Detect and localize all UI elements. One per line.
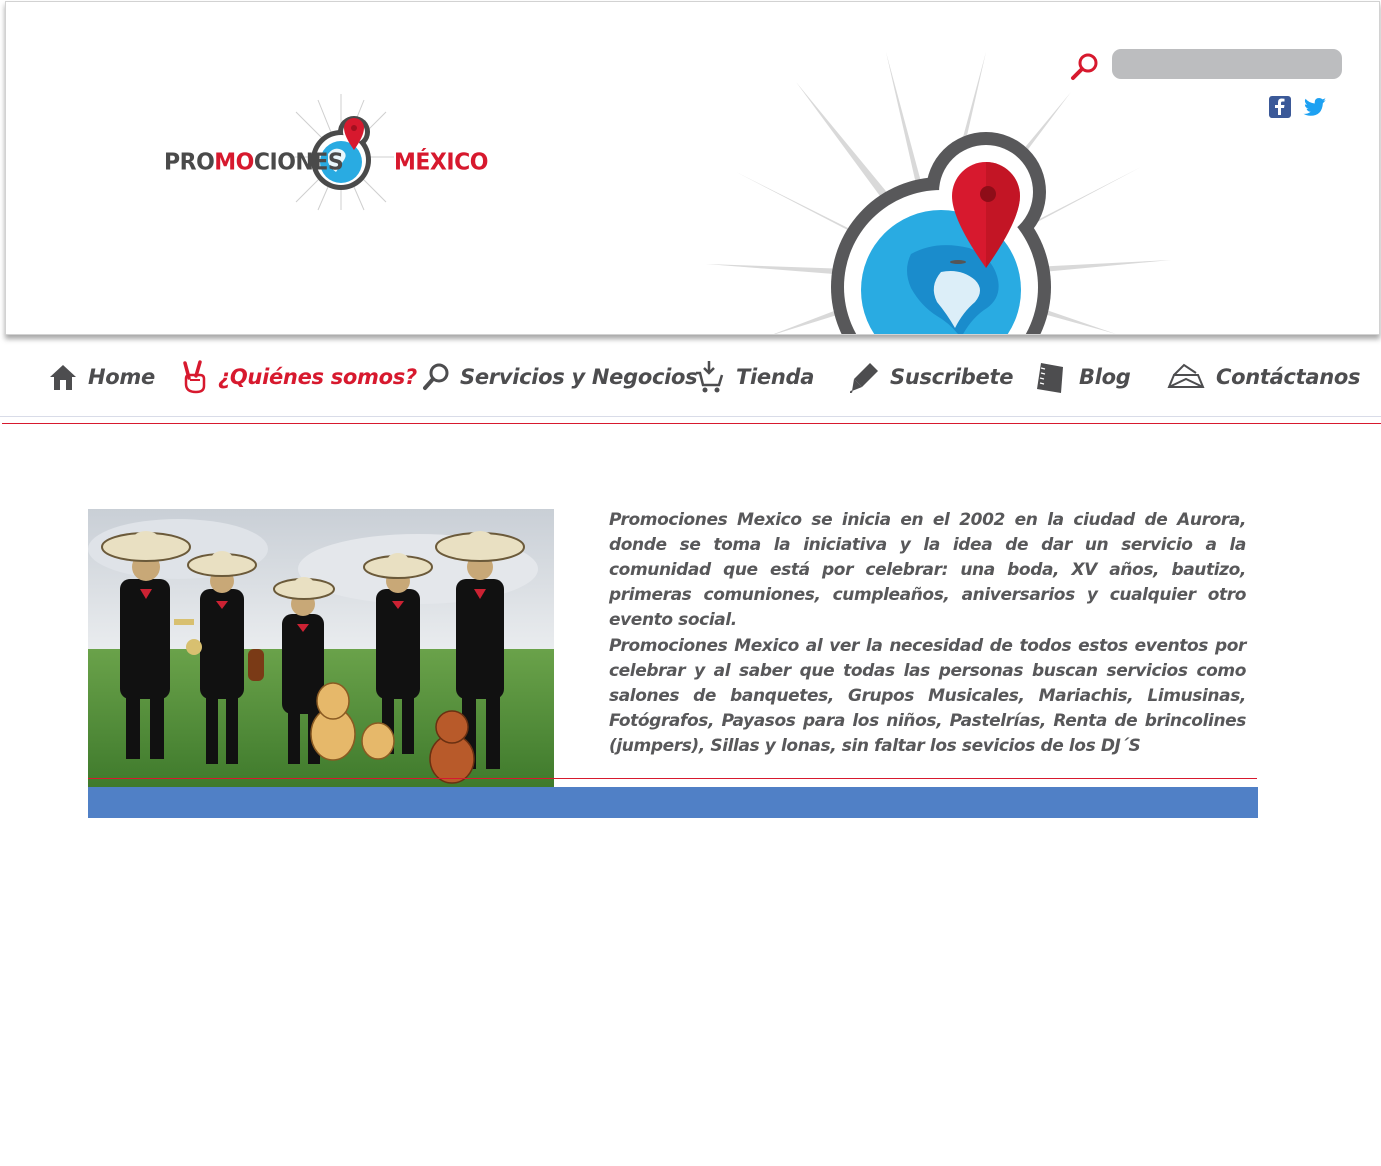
hero-globe-graphic: [706, 52, 1171, 334]
site-logo[interactable]: PROMOCIONES MÉXICO: [156, 82, 488, 232]
nav-label: ¿Quiénes somos?: [218, 365, 417, 389]
content-footer-bar: [88, 787, 1258, 818]
nav-item-contactanos[interactable]: Contáctanos: [1166, 352, 1361, 402]
search-input[interactable]: [1112, 49, 1342, 79]
search-icon[interactable]: [1070, 52, 1100, 82]
search-icon: [423, 363, 449, 390]
home-icon: [50, 365, 76, 390]
about-paragraph-1: Promociones Mexico se inicia en el 2002 …: [609, 510, 1246, 630]
logo-wordmark-left: PROMOCIONES: [164, 149, 344, 176]
main-nav: Home ¿Quiénes somos? Servicios y Negocio…: [0, 352, 1381, 412]
facebook-icon[interactable]: [1268, 95, 1292, 119]
nav-label: Contáctanos: [1216, 365, 1361, 389]
nav-item-blog[interactable]: Blog: [1035, 352, 1131, 402]
nav-label: Tienda: [736, 365, 815, 389]
peace-hand-icon: [183, 360, 206, 394]
nav-label: Servicios y Negocios: [460, 365, 698, 389]
twitter-icon[interactable]: [1303, 95, 1327, 119]
logo-wordmark-right: MÉXICO: [394, 149, 488, 176]
nav-label: Home: [88, 365, 155, 389]
mariachi-band-photo: [88, 509, 554, 787]
nav-item-tienda[interactable]: Tienda: [694, 352, 814, 402]
envelope-icon: [1167, 363, 1205, 388]
about-paragraph-2: Promociones Mexico al ver la necesidad d…: [609, 636, 1246, 756]
nav-item-home[interactable]: Home: [48, 352, 155, 402]
site-header: PROMOCIONES MÉXICO: [5, 1, 1380, 335]
cart-icon: [696, 361, 724, 393]
nav-item-servicios-negocios[interactable]: Servicios y Negocios: [422, 352, 698, 402]
pencil-icon: [850, 363, 878, 393]
nav-divider-accent: [2, 423, 1381, 424]
nav-label: Suscribete: [890, 365, 1014, 389]
nav-item-quienes-somos[interactable]: ¿Quiénes somos?: [182, 352, 417, 402]
nav-divider: [0, 416, 1381, 417]
content-divider: [88, 778, 1257, 779]
nav-label: Blog: [1079, 365, 1131, 389]
nav-item-suscribete[interactable]: Suscribete: [850, 352, 1013, 402]
notebook-icon: [1037, 363, 1063, 393]
